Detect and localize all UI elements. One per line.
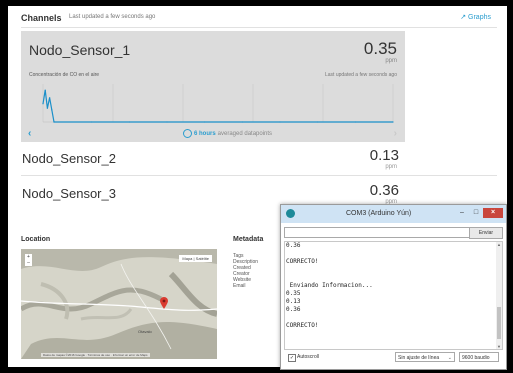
chart-point [279, 121, 281, 123]
divider [21, 27, 497, 28]
chevron-down-icon: ⌄ [447, 355, 452, 361]
sensor-name: Nodo_Sensor_2 [22, 151, 116, 166]
sensor-value: 0.35 [363, 39, 397, 58]
window-title: COM3 (Arduino Yún) [346, 210, 412, 217]
chevron-left-icon[interactable]: ‹ [28, 128, 31, 139]
sensor-unit: ppm [385, 164, 397, 170]
map-attribution: Datos de mapas ©2016 Google · Términos d… [41, 353, 150, 357]
chart-point [42, 103, 44, 105]
output-line: CORRECTO! [286, 258, 319, 265]
chart-point [91, 121, 93, 123]
output-line: CORRECTO! [286, 322, 319, 329]
map-terrain [21, 249, 217, 359]
location-title: Location [21, 236, 51, 243]
sensor-unit: ppm [385, 58, 397, 64]
chart-point [354, 121, 356, 123]
sensor-name: Nodo_Sensor_1 [29, 42, 131, 58]
line-ending-select[interactable]: Sin ajuste de línea ⌄ [395, 352, 455, 362]
baud-rate-select[interactable]: 9600 baudio [459, 352, 499, 362]
output-line: Enviando Informacion... [286, 282, 373, 289]
serial-monitor-window: COM3 (Arduino Yún) – □ × Enviar 0.36 COR… [280, 204, 507, 370]
close-button[interactable]: × [483, 208, 503, 218]
location-map[interactable]: + – Mapa | Satélite Otavalo Datos de mapa… [21, 249, 217, 359]
map-zoom-control[interactable]: + – [25, 254, 32, 266]
channels-updated-text: Last updated a few seconds ago [69, 14, 156, 20]
send-row: Enviar [284, 227, 503, 239]
send-button[interactable]: Enviar [469, 227, 503, 239]
map-town-label: Otavalo [138, 329, 152, 334]
chevron-right-icon[interactable]: › [394, 128, 397, 139]
output-line: 0.35 [286, 290, 301, 297]
chart-point [51, 109, 53, 111]
serial-output[interactable]: 0.36 CORRECTO! Enviando Informacion... 0… [284, 241, 503, 350]
map-pin-icon[interactable] [160, 297, 168, 309]
chart-series-line [42, 90, 393, 123]
scroll-thumb[interactable] [497, 307, 501, 339]
channels-title: Channels [21, 13, 62, 23]
chart-point [392, 121, 394, 123]
sensor-description: Concentración de CO en el aire [29, 72, 100, 78]
channels-header: Channels Last updated a few seconds ago … [21, 13, 497, 27]
sensor-value: 0.13 [369, 147, 399, 164]
time-range-selector[interactable]: 6 hours averaged datapoints [183, 129, 272, 138]
output-line: 0.13 [286, 298, 301, 305]
output-line: 0.36 [286, 242, 301, 249]
chart-point [44, 89, 46, 91]
map-type-toggle[interactable]: Mapa | Satélite [179, 255, 212, 262]
chart-point [49, 97, 51, 99]
clock-icon [183, 129, 192, 138]
sensor-name: Nodo_Sensor_3 [22, 186, 116, 201]
sensor-line-chart [42, 84, 394, 123]
sensor-card-1[interactable]: Nodo_Sensor_1 0.35 ppm Concentración de … [21, 31, 405, 142]
divider [21, 175, 497, 176]
graph-icon: ↗ [460, 14, 469, 21]
chart-point [241, 121, 243, 123]
scroll-up-icon[interactable]: ▲ [496, 242, 502, 247]
output-line: 0.36 [286, 306, 301, 313]
metadata-field: Email [233, 283, 246, 289]
chart-point [128, 121, 130, 123]
chart-point [204, 121, 206, 123]
metadata-list: Tags Description Created Creator Website… [233, 253, 258, 289]
output-scrollbar[interactable]: ▲ ▼ [496, 242, 502, 349]
chart-point [46, 107, 48, 109]
sensor-updated-text: Last updated a few seconds ago [325, 72, 397, 78]
serial-bottom-bar: ✓ Autoscroll Sin ajuste de línea ⌄ 9600 b… [284, 351, 503, 365]
maximize-button[interactable]: □ [469, 208, 483, 218]
graphs-link[interactable]: ↗ Graphs [460, 13, 491, 21]
window-titlebar[interactable]: COM3 (Arduino Yún) – □ × [281, 205, 506, 223]
chart-point [53, 121, 55, 123]
autoscroll-checkbox[interactable]: ✓ [288, 354, 296, 362]
arduino-app-icon [286, 209, 295, 218]
autoscroll-label: Autoscroll [297, 354, 319, 360]
scroll-down-icon[interactable]: ▼ [496, 344, 502, 349]
minimize-button[interactable]: – [455, 208, 469, 218]
chart-point [166, 121, 168, 123]
sensor-value: 0.36 [369, 182, 399, 199]
chart-point [317, 121, 319, 123]
metadata-title: Metadata [233, 236, 264, 243]
serial-input[interactable] [284, 227, 472, 238]
